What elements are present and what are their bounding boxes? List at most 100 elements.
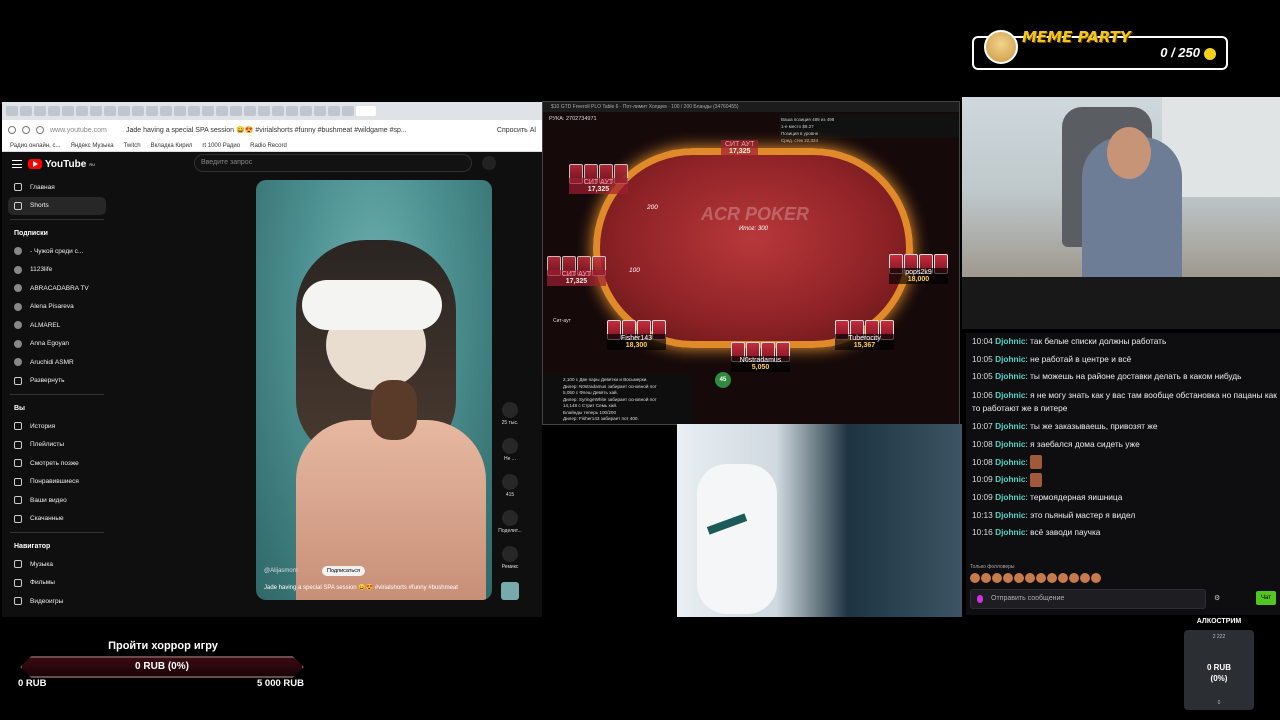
- forward-icon[interactable]: [22, 126, 30, 134]
- sidebar-item-playlists[interactable]: Плейлисты: [2, 436, 112, 455]
- browser-tab[interactable]: [244, 106, 256, 116]
- subscription-item[interactable]: ALMAREL: [2, 316, 112, 335]
- like-button[interactable]: 25 тыс.: [498, 402, 522, 438]
- browser-tab[interactable]: [216, 106, 228, 116]
- emote-icon[interactable]: [1036, 573, 1046, 583]
- share-button[interactable]: Поделит...: [498, 510, 522, 546]
- seat[interactable]: Fisher143 18,300: [607, 320, 666, 350]
- browser-tab[interactable]: [174, 106, 186, 116]
- bookmark[interactable]: Радио онлайн, с...: [10, 143, 60, 149]
- channel-name[interactable]: @Alijasmom: [264, 568, 298, 574]
- dislike-button[interactable]: Не ...: [498, 438, 522, 474]
- message-nick[interactable]: Djohnic: [995, 527, 1025, 537]
- message-nick[interactable]: Djohnic: [995, 510, 1025, 520]
- back-icon[interactable]: [8, 126, 16, 134]
- seat[interactable]: pops2k9 18,000: [889, 254, 948, 284]
- ask-ai-button[interactable]: Спросить Al: [497, 127, 536, 134]
- expand-button[interactable]: Развернуть: [2, 372, 112, 391]
- comment-button[interactable]: 415: [498, 474, 522, 510]
- reload-icon[interactable]: [36, 126, 44, 134]
- message-nick[interactable]: Djohnic: [995, 439, 1025, 449]
- emote-icon[interactable]: [1025, 573, 1035, 583]
- chat-input[interactable]: Отправить сообщение: [970, 589, 1206, 609]
- emote-icon[interactable]: [981, 573, 991, 583]
- bookmark[interactable]: Яндекс Музыка: [70, 143, 113, 149]
- chat-send-button[interactable]: Чат: [1256, 591, 1276, 605]
- subscribe-button[interactable]: Подписаться: [322, 566, 365, 576]
- url-field[interactable]: www.youtube.com: [50, 127, 120, 134]
- subscription-item[interactable]: Alena Pisareva: [2, 298, 112, 317]
- browser-tab[interactable]: [230, 106, 242, 116]
- subscription-item[interactable]: Anna Egoyan: [2, 335, 112, 354]
- browser-tab[interactable]: [328, 106, 340, 116]
- bookmark[interactable]: Вкладка Кирил: [151, 143, 193, 149]
- browser-tab[interactable]: [146, 106, 158, 116]
- browser-tab[interactable]: [6, 106, 18, 116]
- subscription-item[interactable]: ABRACADABRA TV: [2, 279, 112, 298]
- settings-icon[interactable]: ⚙: [1214, 594, 1220, 602]
- search-input[interactable]: Введите запрос: [194, 154, 472, 172]
- bookmark[interactable]: rt 1000 Радио: [202, 143, 240, 149]
- message-nick[interactable]: Djohnic: [995, 336, 1025, 346]
- message-nick[interactable]: Djohnic: [995, 354, 1025, 364]
- browser-tab[interactable]: [160, 106, 172, 116]
- browser-tab[interactable]: [258, 106, 270, 116]
- sidebar-item-games[interactable]: Видеоигры: [2, 592, 112, 611]
- sidebar-item-music[interactable]: Музыка: [2, 555, 112, 574]
- seat[interactable]: СИТ АУТ 17,325: [721, 140, 759, 156]
- sound-thumbnail[interactable]: [498, 582, 522, 617]
- browser-tab[interactable]: [20, 106, 32, 116]
- emote-icon[interactable]: [1080, 573, 1090, 583]
- emote-icon[interactable]: [1014, 573, 1024, 583]
- browser-tab[interactable]: [104, 106, 116, 116]
- message-nick[interactable]: Djohnic: [995, 421, 1025, 431]
- menu-icon[interactable]: [12, 160, 22, 168]
- sit-out-checkbox[interactable]: Сит-аут: [553, 318, 571, 324]
- bookmark[interactable]: Radio Record: [250, 143, 287, 149]
- subscription-item[interactable]: 1123life: [2, 261, 112, 280]
- browser-tab[interactable]: [272, 106, 284, 116]
- message-nick[interactable]: Djohnic: [995, 390, 1025, 400]
- emote-icon[interactable]: [1058, 573, 1068, 583]
- sidebar-item-liked[interactable]: Понравившиеся: [2, 473, 112, 492]
- browser-tab[interactable]: [314, 106, 326, 116]
- browser-tab[interactable]: [342, 106, 354, 116]
- subscription-item[interactable]: Aruchidi ASMR: [2, 353, 112, 372]
- subscription-item[interactable]: - Чужой среди с...: [2, 242, 112, 261]
- seat[interactable]: N0stradamus 5,050: [731, 342, 790, 372]
- browser-tab[interactable]: [90, 106, 102, 116]
- seat[interactable]: СИТ АУТ 17,325: [547, 256, 606, 286]
- emote-icon[interactable]: [1091, 573, 1101, 583]
- browser-tab[interactable]: [118, 106, 130, 116]
- seat[interactable]: Tuberocity 15,367: [835, 320, 894, 350]
- youtube-logo[interactable]: YouTube RU: [28, 159, 95, 170]
- browser-tab-active[interactable]: [356, 106, 376, 116]
- emote-icon[interactable]: [970, 573, 980, 583]
- emote-icon[interactable]: [1069, 573, 1079, 583]
- browser-tab[interactable]: [62, 106, 74, 116]
- browser-tab[interactable]: [188, 106, 200, 116]
- sidebar-item-home[interactable]: Главная: [2, 178, 112, 197]
- sidebar-item-shorts[interactable]: Shorts: [8, 196, 106, 215]
- short-video-player[interactable]: @Alijasmom Подписаться Jade having a spe…: [256, 180, 492, 600]
- browser-tab[interactable]: [76, 106, 88, 116]
- message-nick[interactable]: Djohnic: [995, 457, 1025, 467]
- browser-tab[interactable]: [202, 106, 214, 116]
- browser-tab[interactable]: [300, 106, 312, 116]
- sidebar-item-downloads[interactable]: Скачанные: [2, 510, 112, 529]
- browser-tab[interactable]: [34, 106, 46, 116]
- sidebar-item-movies[interactable]: Фильмы: [2, 574, 112, 593]
- you-header[interactable]: Вы: [2, 399, 112, 417]
- remix-button[interactable]: Ремикс: [498, 546, 522, 582]
- sidebar-item-your-videos[interactable]: Ваши видео: [2, 491, 112, 510]
- message-nick[interactable]: Djohnic: [995, 371, 1025, 381]
- emote-icon[interactable]: [1047, 573, 1057, 583]
- sidebar-item-history[interactable]: История: [2, 417, 112, 436]
- bookmark[interactable]: Twitch: [124, 143, 141, 149]
- message-nick[interactable]: Djohnic: [995, 492, 1025, 502]
- emote-icon[interactable]: [1003, 573, 1013, 583]
- seat[interactable]: СИТ АУТ 17,325: [569, 164, 628, 194]
- microphone-icon[interactable]: [482, 156, 496, 170]
- subscriptions-header[interactable]: Подписки: [2, 224, 112, 242]
- video-caption[interactable]: Jade having a special SPA session 😄😍 #vi…: [264, 584, 458, 591]
